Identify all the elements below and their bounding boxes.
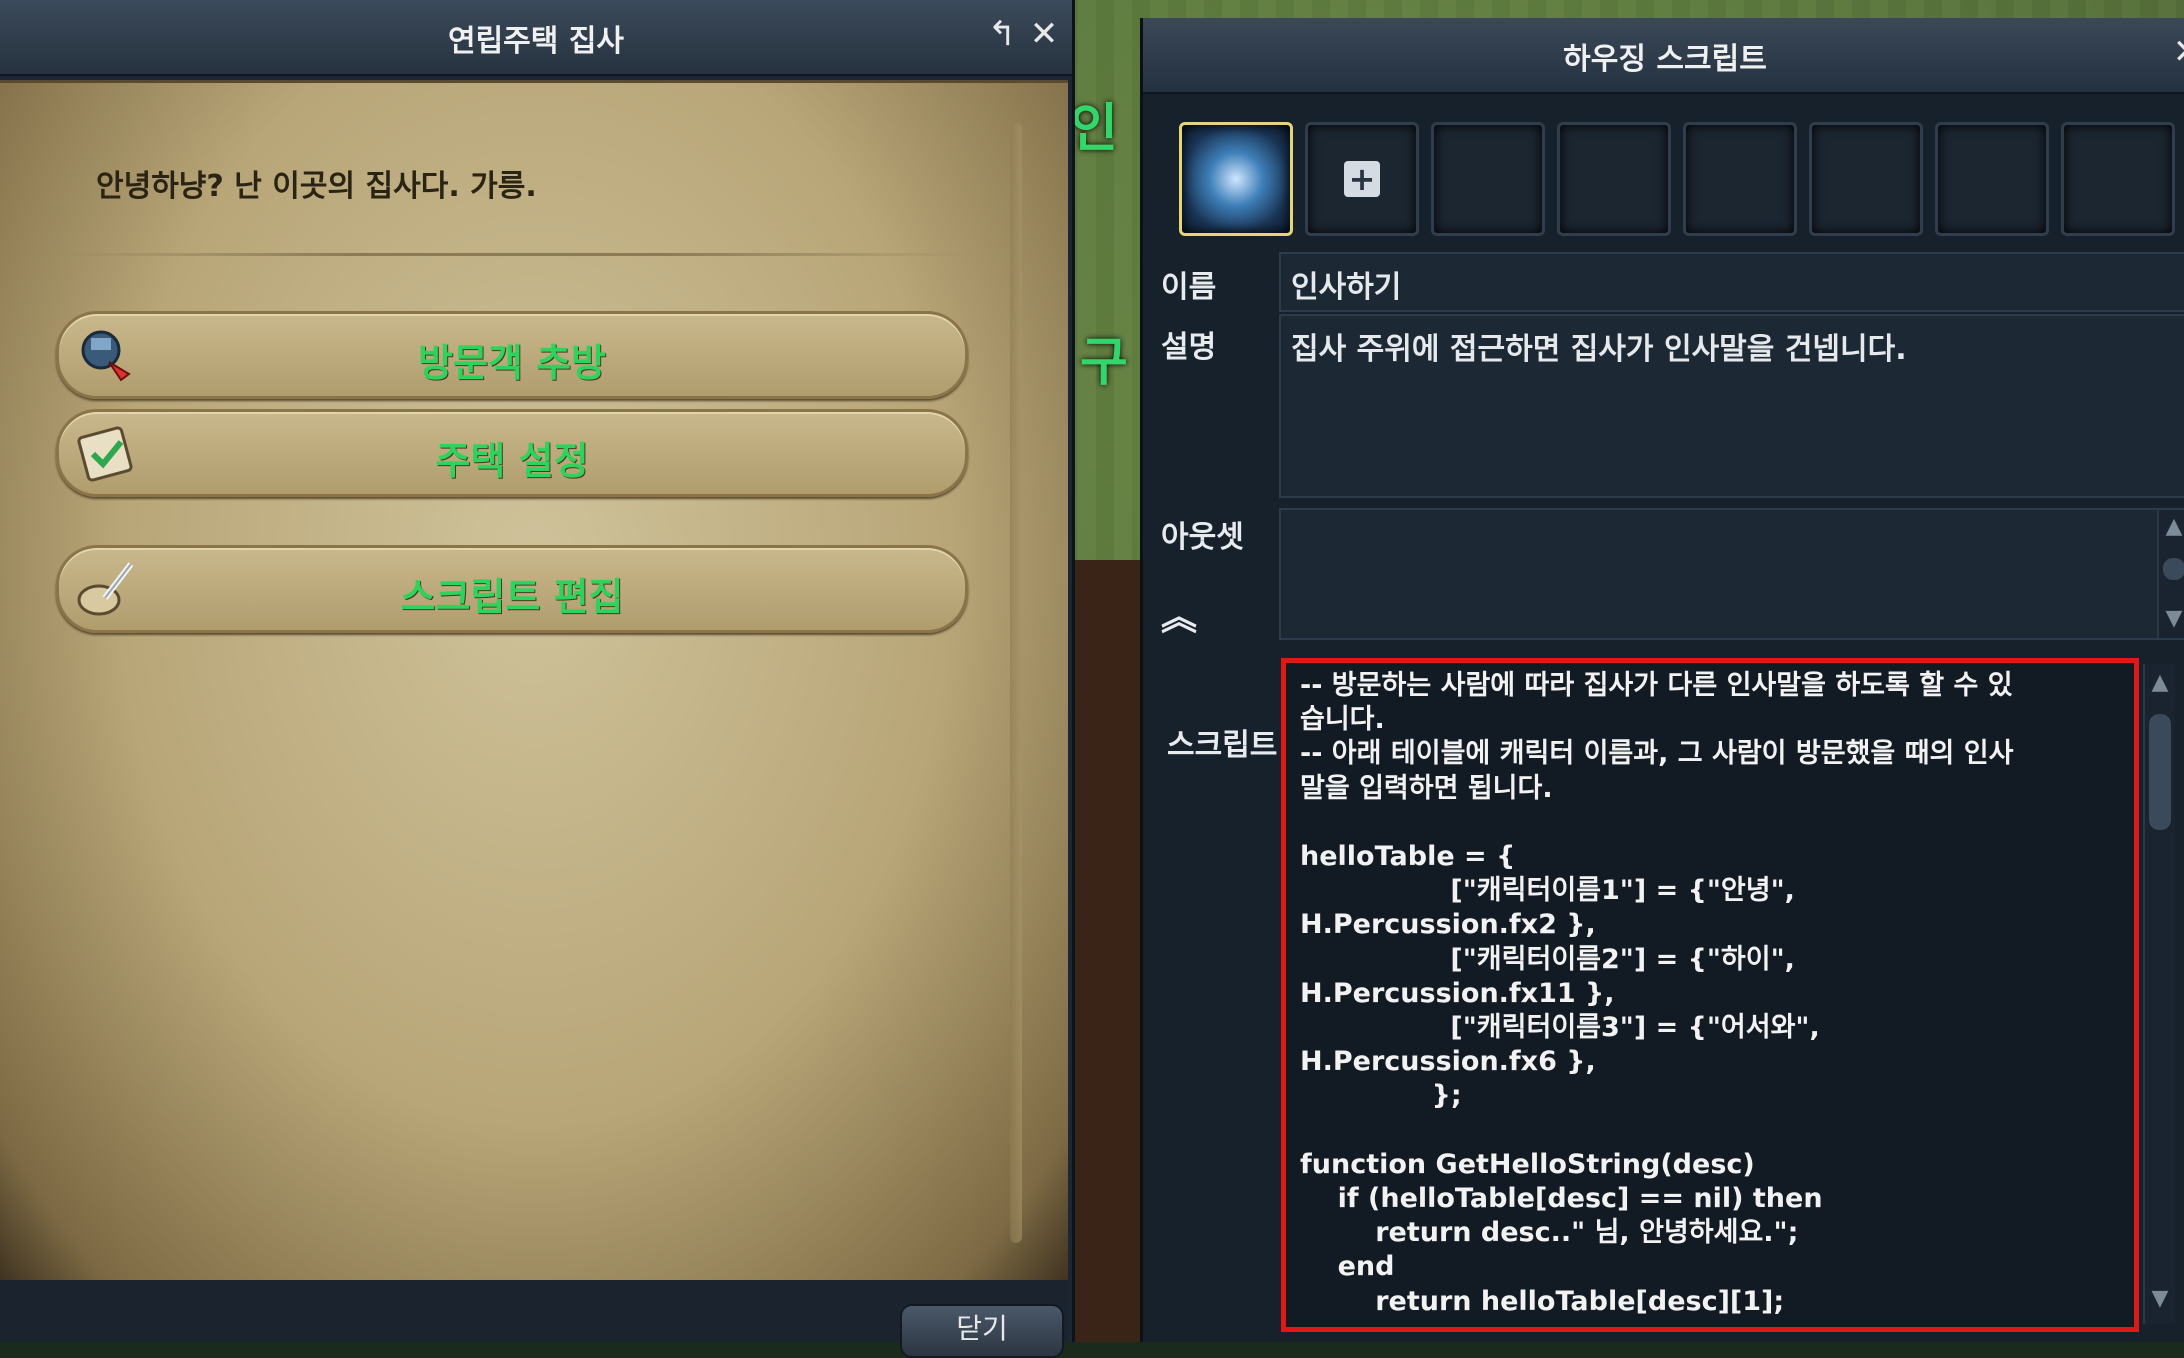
outset-scrollbar[interactable]: ▲ ▼	[2157, 510, 2184, 638]
outset-label: 아웃셋	[1161, 520, 1244, 555]
script-slot-empty[interactable]	[1683, 122, 1797, 236]
dialog-parchment: 안녕하냥? 난 이곳의 집사다. 가릉. 방문객 추방 주택 설정 스크립트 편…	[0, 80, 1068, 1283]
description-label: 설명	[1161, 330, 1217, 365]
description-value: 집사 주위에 접근하면 집사가 인사말을 건넵니다.	[1291, 332, 1907, 367]
return-icon[interactable]: ↰	[982, 14, 1022, 54]
add-script-slot[interactable]: +	[1305, 122, 1419, 236]
script-slot-empty[interactable]	[2061, 122, 2175, 236]
menu-label: 주택 설정	[435, 439, 589, 483]
script-label: 스크립트	[1167, 728, 1278, 763]
name-field[interactable]: 인사하기	[1279, 252, 2184, 312]
script-code[interactable]: -- 방문하는 사람에 따라 집사가 다른 인사말을 하도록 할 수 있 습니다…	[1300, 669, 2013, 1319]
scroll-thumb[interactable]	[2163, 558, 2184, 580]
menu-label: 방문객 추방	[417, 341, 607, 385]
background-text: 인	[1070, 99, 1118, 159]
script-edit-button[interactable]: 스크립트 편집	[56, 545, 968, 633]
housing-script-window: 하우징 스크립트 ✕ + 이름 인사하기 설명 집사 주위에 접근하면 집사가 …	[1140, 18, 2184, 1342]
divider	[52, 253, 968, 256]
scroll-thumb[interactable]	[2149, 714, 2171, 830]
script-slot-empty[interactable]	[1431, 122, 1545, 236]
title-bar[interactable]: 연립주택 집사 ↰ ✕	[0, 0, 1072, 76]
scrollbar[interactable]	[1010, 123, 1022, 1243]
menu-label: 스크립트 편집	[400, 575, 624, 619]
script-slot-empty[interactable]	[1557, 122, 1671, 236]
description-field[interactable]: 집사 주위에 접근하면 집사가 인사말을 건넵니다.	[1279, 314, 2184, 498]
plus-icon: +	[1344, 161, 1380, 197]
script-editor-highlighted[interactable]: -- 방문하는 사람에 따라 집사가 다른 인사말을 하도록 할 수 있 습니다…	[1281, 658, 2139, 1332]
close-button[interactable]: 닫기	[900, 1304, 1064, 1358]
collapse-icon[interactable]: ︽	[1161, 588, 1197, 640]
title-bar[interactable]: 하우징 스크립트 ✕	[1143, 18, 2184, 94]
butler-greeting: 안녕하냥? 난 이곳의 집사다. 가릉.	[96, 169, 537, 204]
script-slot-empty[interactable]	[1809, 122, 1923, 236]
window-title: 연립주택 집사	[447, 24, 625, 59]
house-settings-button[interactable]: 주택 설정	[56, 409, 968, 497]
name-label: 이름	[1161, 270, 1217, 305]
scroll-up-icon[interactable]: ▲	[2147, 670, 2173, 696]
scroll-down-icon[interactable]: ▼	[2161, 606, 2184, 632]
scroll-up-icon[interactable]: ▲	[2161, 514, 2184, 540]
script-slot-empty[interactable]	[1935, 122, 2049, 236]
butler-dialog-window: 연립주택 집사 ↰ ✕ 안녕하냥? 난 이곳의 집사다. 가릉. 방문객 추방 …	[0, 0, 1075, 1358]
kick-visitor-button[interactable]: 방문객 추방	[56, 311, 968, 399]
close-icon[interactable]: ✕	[2167, 32, 2184, 72]
scroll-down-icon[interactable]: ▼	[2147, 1286, 2173, 1312]
outset-field[interactable]: ▲ ▼	[1279, 508, 2184, 640]
name-value: 인사하기	[1291, 270, 1402, 305]
script-slot-selected[interactable]	[1179, 122, 1293, 236]
background-text: 구	[1080, 333, 1128, 393]
script-scrollbar[interactable]: ▲ ▼	[2143, 664, 2175, 1324]
window-title: 하우징 스크립트	[1563, 42, 1767, 77]
close-icon[interactable]: ✕	[1024, 14, 1064, 54]
